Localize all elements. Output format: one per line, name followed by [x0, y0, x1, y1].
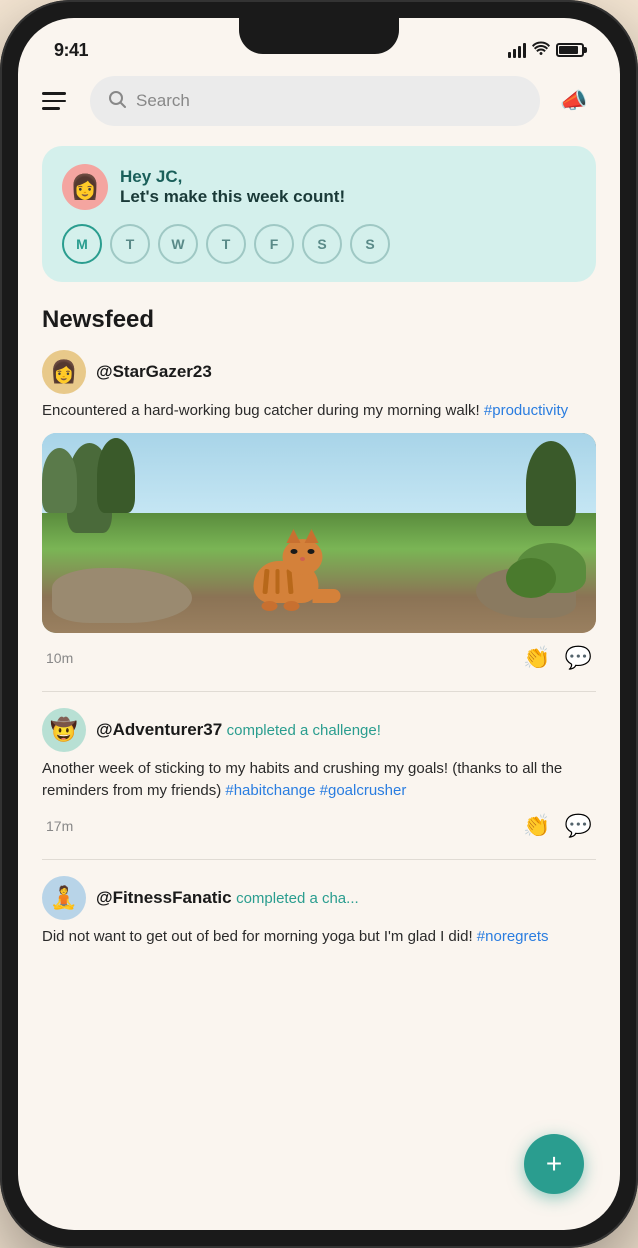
post-text: Encountered a hard-working bug catcher d…: [42, 400, 596, 423]
post-footer: 17m 👏 💬: [42, 813, 596, 839]
notch: [239, 18, 399, 54]
content-area: Search 📣 👩 Hey JC, Let's make this week …: [18, 72, 620, 1230]
day-pill-sunday[interactable]: S: [350, 224, 390, 264]
post-text: Another week of sticking to my habits an…: [42, 758, 596, 803]
post-time: 17m: [46, 818, 73, 834]
comment-button[interactable]: 💬: [565, 813, 592, 839]
post-image: [42, 433, 596, 633]
newsfeed-title: Newsfeed: [42, 306, 596, 334]
day-pill-thursday[interactable]: T: [206, 224, 246, 264]
post-time: 10m: [46, 650, 73, 666]
announce-icon: 📣: [560, 88, 587, 114]
day-pills: M T W T F S S: [62, 224, 576, 264]
avatar: 👩: [42, 350, 86, 394]
post-username: @FitnessFanatic: [96, 888, 232, 907]
fab-add-button[interactable]: +: [524, 1134, 584, 1194]
banner-top: 👩 Hey JC, Let's make this week count!: [62, 164, 576, 210]
status-icons: [508, 41, 584, 60]
day-pill-monday[interactable]: M: [62, 224, 102, 264]
post-divider: [42, 691, 596, 692]
toolbar: Search 📣: [42, 72, 596, 126]
post-action: completed a cha...: [236, 890, 359, 907]
add-icon: +: [546, 1150, 562, 1178]
menu-icon: [42, 92, 66, 95]
table-row: 🧘 @FitnessFanatic completed a cha... Did…: [42, 876, 596, 949]
day-pill-friday[interactable]: F: [254, 224, 294, 264]
post-meta: @StarGazer23: [96, 362, 212, 382]
post-username: @Adventurer37: [96, 720, 222, 739]
search-bar[interactable]: Search: [90, 76, 540, 126]
post-header: 🤠 @Adventurer37 completed a challenge!: [42, 708, 596, 752]
comment-button[interactable]: 💬: [565, 645, 592, 671]
post-actions: 👏 💬: [523, 813, 592, 839]
clap-button[interactable]: 👏: [523, 645, 550, 671]
post-footer: 10m 👏 💬: [42, 645, 596, 671]
post-text: Did not want to get out of bed for morni…: [42, 926, 596, 949]
hashtag: #noregrets: [477, 928, 549, 945]
post-actions: 👏 💬: [523, 645, 592, 671]
search-icon: [108, 90, 126, 113]
post-meta: @FitnessFanatic completed a cha...: [96, 888, 359, 908]
hashtag: #productivity: [484, 402, 568, 419]
day-pill-saturday[interactable]: S: [302, 224, 342, 264]
hashtag-2: #goalcrusher: [320, 782, 407, 799]
search-placeholder-text: Search: [136, 91, 190, 111]
banner-subtitle: Let's make this week count!: [120, 187, 345, 207]
post-header: 👩 @StarGazer23: [42, 350, 596, 394]
post-divider-2: [42, 859, 596, 860]
user-avatar: 👩: [62, 164, 108, 210]
cat-scene: [42, 433, 596, 633]
weekly-banner: 👩 Hey JC, Let's make this week count! M …: [42, 146, 596, 282]
post-meta: @Adventurer37 completed a challenge!: [96, 720, 381, 740]
announce-button[interactable]: 📣: [552, 79, 596, 123]
table-row: 👩 @StarGazer23 Encountered a hard-workin…: [42, 350, 596, 671]
status-time: 9:41: [54, 40, 88, 61]
table-row: 🤠 @Adventurer37 completed a challenge! A…: [42, 708, 596, 839]
post-header: 🧘 @FitnessFanatic completed a cha...: [42, 876, 596, 920]
signal-bars-icon: [508, 43, 526, 58]
post-action: completed a challenge!: [227, 722, 381, 739]
banner-greeting: Hey JC,: [120, 167, 345, 187]
wifi-icon: [532, 41, 550, 60]
phone-frame: 9:41: [0, 0, 638, 1248]
banner-text: Hey JC, Let's make this week count!: [120, 167, 345, 207]
battery-icon: [556, 43, 584, 57]
avatar: 🤠: [42, 708, 86, 752]
phone-screen: 9:41: [18, 18, 620, 1230]
clap-button[interactable]: 👏: [523, 813, 550, 839]
menu-button[interactable]: [42, 83, 78, 119]
day-pill-wednesday[interactable]: W: [158, 224, 198, 264]
day-pill-tuesday[interactable]: T: [110, 224, 150, 264]
avatar: 🧘: [42, 876, 86, 920]
post-username: @StarGazer23: [96, 362, 212, 381]
hashtag: #habitchange: [225, 782, 315, 799]
